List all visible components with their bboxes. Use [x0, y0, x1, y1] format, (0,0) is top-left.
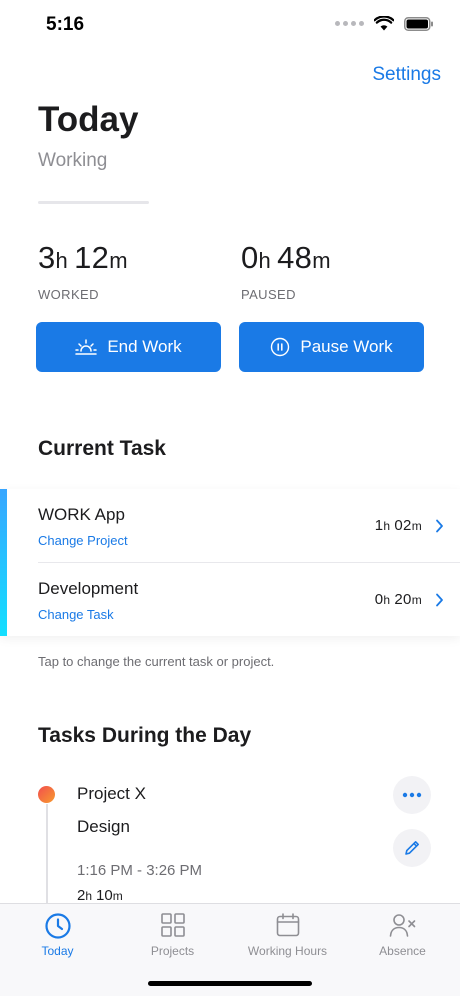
status-bar: 5:16 [0, 0, 460, 50]
project-color-dot [38, 786, 55, 803]
page-title: Today [38, 100, 139, 139]
status-icons [335, 16, 434, 31]
tab-projects[interactable]: Projects [115, 904, 230, 966]
wifi-icon [374, 16, 394, 31]
end-work-button[interactable]: End Work [36, 322, 221, 372]
paused-value: 0h 48m [241, 240, 331, 275]
current-task-hint: Tap to change the current task or projec… [38, 654, 275, 669]
divider [38, 201, 149, 204]
screen: 5:16 Settings Today Working 3h 12m WORKED… [0, 0, 460, 996]
current-task-row[interactable]: Development Change Task 0h 20m [0, 563, 460, 636]
calendar-icon [276, 913, 299, 937]
project-name: WORK App [38, 505, 125, 524]
pause-work-button[interactable]: Pause Work [239, 322, 424, 372]
tab-label: Absence [379, 944, 426, 958]
chevron-right-icon [436, 593, 443, 607]
chevron-right-icon [436, 519, 443, 533]
home-indicator [148, 981, 312, 986]
change-project-link[interactable]: Change Project [38, 533, 128, 548]
tab-label: Today [41, 944, 74, 958]
clock-icon [44, 913, 71, 939]
settings-link[interactable]: Settings [372, 64, 441, 86]
pencil-icon [405, 841, 419, 855]
entry-edit-button[interactable] [393, 829, 431, 867]
entry-time-range: 1:16 PM - 3:26 PM [77, 862, 203, 879]
pause-work-label: Pause Work [300, 337, 393, 356]
tab-absence[interactable]: Absence [345, 904, 460, 966]
task-time: 0h 20m [374, 591, 422, 608]
pause-circle-icon [271, 337, 290, 357]
current-project-row[interactable]: WORK App Change Project 1h 02m [0, 489, 460, 563]
worked-label: WORKED [38, 287, 99, 302]
status-time: 5:16 [46, 14, 85, 35]
entry-project: Project X [77, 784, 146, 803]
timeline-line [46, 804, 48, 914]
change-task-link[interactable]: Change Task [38, 607, 114, 622]
person-x-icon [389, 914, 415, 937]
battery-icon [404, 16, 433, 31]
end-work-label: End Work [107, 337, 182, 356]
work-state: Working [38, 150, 108, 171]
paused-stat: 0h 48m PAUSED [241, 240, 331, 302]
task-name: Development [38, 579, 139, 598]
more-dots-icon [402, 792, 422, 798]
entry-duration: 2h 10m [77, 887, 123, 904]
sunset-icon [75, 339, 98, 355]
tab-working-hours[interactable]: Working Hours [230, 904, 345, 966]
day-tasks-heading: Tasks During the Day [38, 724, 252, 747]
tab-today[interactable]: Today [0, 904, 115, 966]
worked-stat: 3h 12m WORKED [38, 240, 128, 302]
current-task-heading: Current Task [38, 437, 166, 460]
tab-label: Projects [150, 944, 195, 958]
entry-task: Design [77, 817, 130, 836]
grid-icon [160, 913, 185, 937]
paused-label: PAUSED [241, 287, 296, 302]
project-time: 1h 02m [374, 517, 422, 534]
tab-label: Working Hours [247, 944, 328, 958]
signal-dots-icon [335, 21, 364, 26]
worked-value: 3h 12m [38, 240, 128, 275]
current-task-card: WORK App Change Project 1h 02m Developmen… [0, 489, 460, 636]
entry-more-button[interactable] [393, 776, 431, 814]
